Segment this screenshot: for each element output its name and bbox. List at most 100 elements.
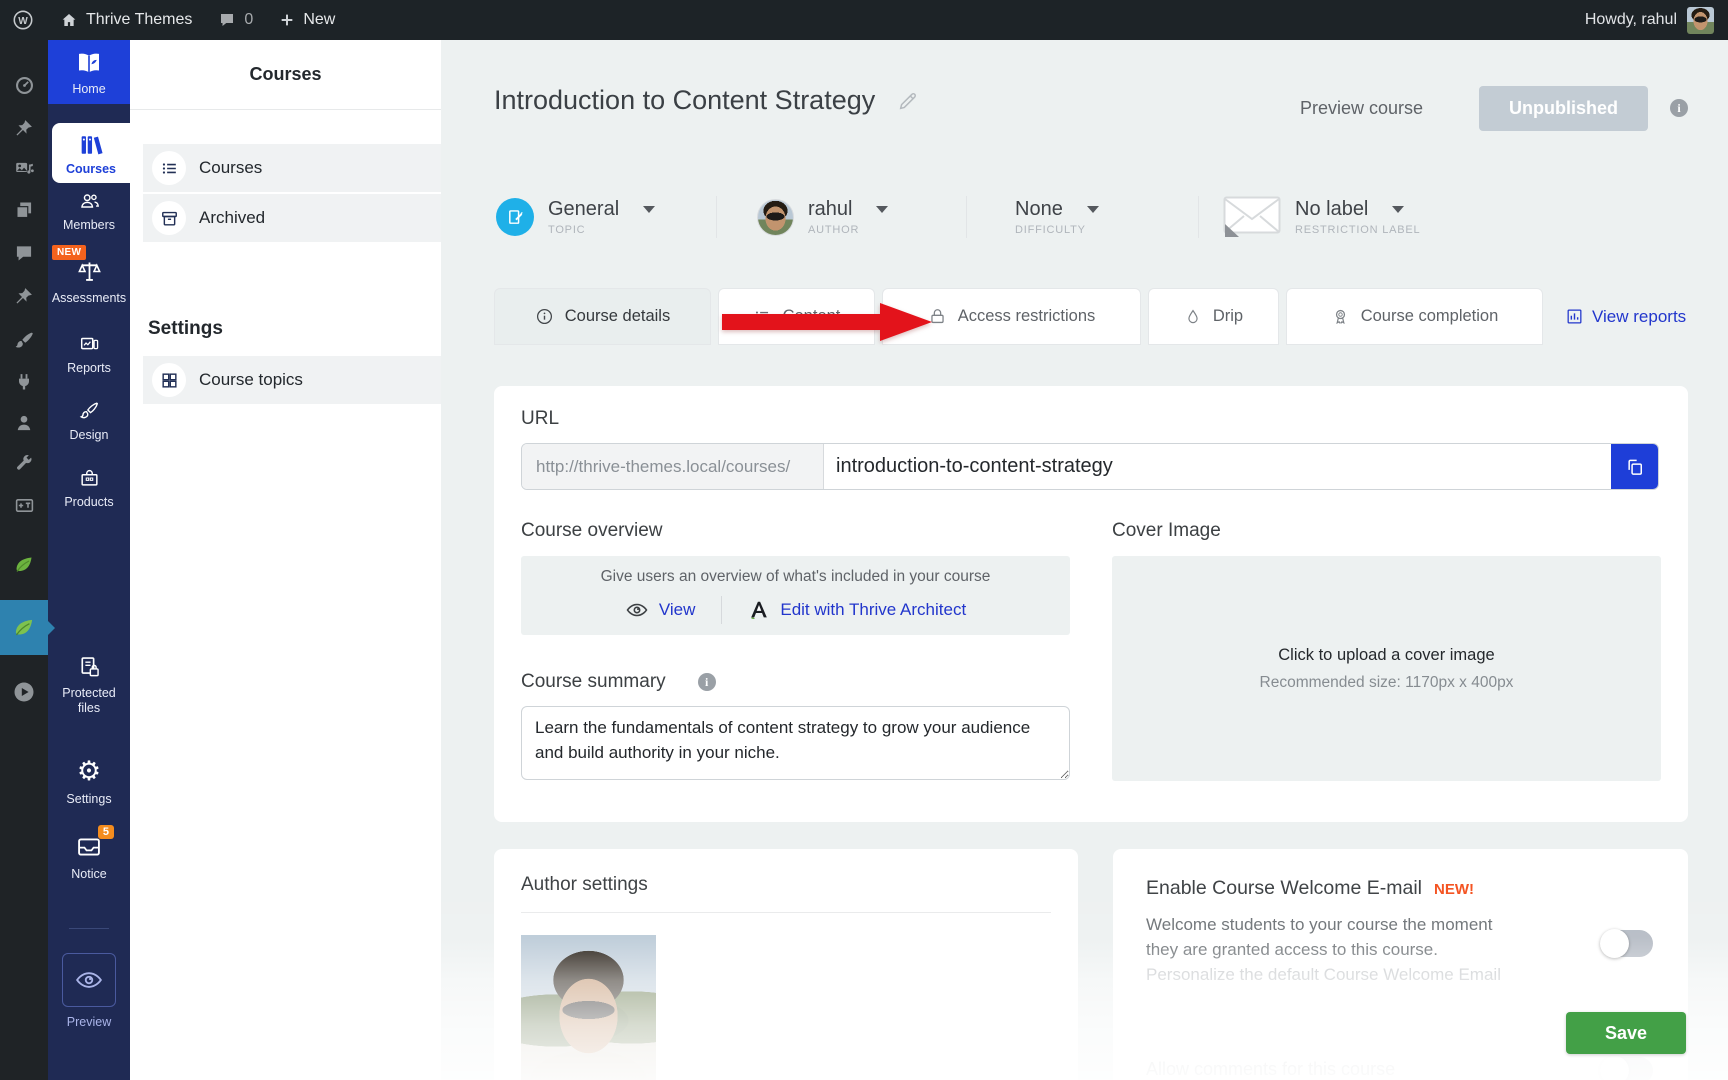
sidebar-item-notice[interactable]: 5 Notice (48, 833, 130, 887)
summary-info-icon[interactable]: i (698, 673, 716, 691)
comments-shortcut[interactable]: 0 (218, 11, 253, 29)
sidebar-item-label: Preview (67, 1015, 111, 1029)
sidebar-item-home[interactable]: Home (48, 40, 130, 104)
copy-icon (1625, 457, 1645, 477)
copy-url-button[interactable] (1611, 444, 1658, 489)
book-home-icon (74, 48, 104, 78)
tools-wrench-icon[interactable] (0, 454, 48, 474)
save-button[interactable]: Save (1566, 1012, 1686, 1054)
author-selector[interactable]: rahul AUTHOR (717, 196, 967, 238)
course-summary-label: Course summary (521, 671, 666, 693)
pages-icon[interactable] (0, 200, 48, 220)
panel-item-archived[interactable]: Archived (143, 194, 441, 242)
members-icon (76, 190, 103, 212)
thrive-architect-logo (748, 599, 770, 621)
info-circle-icon (535, 307, 554, 326)
eye-icon (74, 965, 104, 995)
site-home-link[interactable]: Thrive Themes (60, 11, 192, 29)
wp-admin-bar: W Thrive Themes 0 New Howdy, rahul (0, 0, 1728, 40)
posts-pin-icon[interactable] (0, 118, 48, 138)
tab-label: Course completion (1361, 307, 1499, 326)
thrive-sidebar: Home Courses Members NEW Assessments Rep… (48, 40, 130, 1080)
video-play-icon[interactable] (0, 680, 48, 704)
unpublished-status-button[interactable]: Unpublished (1479, 86, 1648, 131)
preview-eye-box (62, 953, 116, 1007)
panel-item-label: Courses (199, 158, 262, 178)
design-brush-icon (76, 400, 103, 422)
difficulty-label: DIFFICULTY (1015, 224, 1099, 236)
notice-count-badge: 5 (98, 825, 114, 839)
wp-menu-rail (0, 40, 48, 1080)
restriction-label-selector[interactable]: No label RESTRICTION LABEL (1199, 196, 1420, 238)
panel-item-label: Course topics (199, 370, 303, 390)
courses-books-icon (77, 131, 105, 159)
cover-upload-cta: Click to upload a cover image (1278, 646, 1494, 665)
projects-pin-icon[interactable] (0, 286, 48, 306)
sidebar-item-protected-files[interactable]: Protected files (48, 655, 130, 717)
course-summary-textarea[interactable]: Learn the fundamentals of content strate… (521, 706, 1070, 780)
plugins-icon[interactable] (0, 372, 48, 392)
panel-item-label: Archived (199, 208, 265, 228)
users-icon[interactable] (0, 413, 48, 433)
info-icon[interactable]: i (1670, 99, 1688, 117)
sidebar-item-members[interactable]: Members (48, 190, 130, 232)
tab-drip[interactable]: Drip (1148, 288, 1279, 345)
sidebar-item-design[interactable]: Design (48, 400, 130, 442)
media-icon[interactable] (0, 158, 48, 179)
course-tabs: Course details Content Access restrictio… (494, 288, 1543, 345)
site-name: Thrive Themes (86, 11, 192, 29)
edit-title-pencil-icon[interactable] (897, 90, 919, 112)
chevron-down-icon (1392, 206, 1404, 213)
comments-icon[interactable] (0, 243, 48, 263)
panel-item-courses[interactable]: Courses (143, 144, 441, 192)
welcome-email-title: Enable Course Welcome E-mail (1146, 877, 1422, 900)
view-reports-link[interactable]: View reports (1565, 288, 1686, 345)
panel-divider (130, 109, 441, 110)
allow-comments-toggle[interactable] (1601, 1057, 1653, 1080)
user-avatar (1687, 7, 1714, 34)
url-slug-input[interactable]: introduction-to-content-strategy (824, 444, 1611, 489)
wordpress-logo-icon[interactable]: W (12, 9, 34, 31)
sidebar-item-preview[interactable]: Preview (48, 953, 130, 1033)
sidebar-item-reports[interactable]: Reports (48, 333, 130, 375)
dashboard-icon[interactable] (0, 75, 48, 96)
archive-icon (152, 201, 186, 235)
sidebar-item-label: Settings (66, 792, 111, 806)
view-overview-link[interactable]: View (625, 598, 696, 622)
tab-course-completion[interactable]: Course completion (1286, 288, 1543, 345)
url-prefix: http://thrive-themes.local/courses/ (522, 444, 824, 489)
preview-course-link[interactable]: Preview course (1300, 98, 1423, 119)
panel-item-course-topics[interactable]: Course topics (143, 356, 441, 404)
sidebar-item-label: Assessments (52, 291, 126, 305)
welcome-email-toggle[interactable] (1601, 930, 1653, 957)
assessments-scales-icon (76, 258, 103, 285)
cover-image-upload[interactable]: Click to upload a cover image Recommende… (1112, 556, 1661, 781)
edit-with-architect-link[interactable]: Edit with Thrive Architect (748, 599, 966, 621)
howdy-text: Howdy, rahul (1585, 11, 1677, 29)
sidebar-item-assessments[interactable]: NEW Assessments (48, 258, 130, 310)
settings-box-icon[interactable] (0, 495, 48, 516)
author-avatar (757, 199, 794, 236)
appearance-brush-icon[interactable] (0, 330, 48, 351)
tab-course-details[interactable]: Course details (494, 288, 711, 345)
tab-label: Course details (565, 307, 670, 326)
topic-selector[interactable]: General TOPIC (496, 196, 717, 238)
medal-icon (1331, 307, 1350, 326)
page-title: Introduction to Content Strategy (494, 85, 875, 116)
sidebar-item-courses[interactable]: Courses (52, 123, 130, 183)
account-menu[interactable]: Howdy, rahul (1585, 7, 1728, 34)
course-overview-label: Course overview (521, 520, 1070, 542)
list-icon (152, 151, 186, 185)
sidebar-item-label: Courses (66, 162, 116, 176)
new-content-button[interactable]: New (279, 11, 335, 29)
thrive-leaf-active-icon (11, 615, 37, 641)
course-meta-row: General TOPIC rahul AUTHOR None DIFFICUL… (496, 196, 1420, 238)
comment-bubble-icon (218, 11, 236, 29)
author-photo[interactable] (521, 935, 656, 1080)
sidebar-item-settings[interactable]: ⚙ Settings (48, 756, 130, 808)
sidebar-item-products[interactable]: Products (48, 467, 130, 509)
thrive-leaf-icon[interactable] (0, 553, 48, 577)
thrive-apprentice-active-item[interactable] (0, 600, 48, 655)
overview-hint: Give users an overview of what's include… (601, 568, 991, 586)
difficulty-selector[interactable]: None DIFFICULTY (967, 196, 1199, 238)
